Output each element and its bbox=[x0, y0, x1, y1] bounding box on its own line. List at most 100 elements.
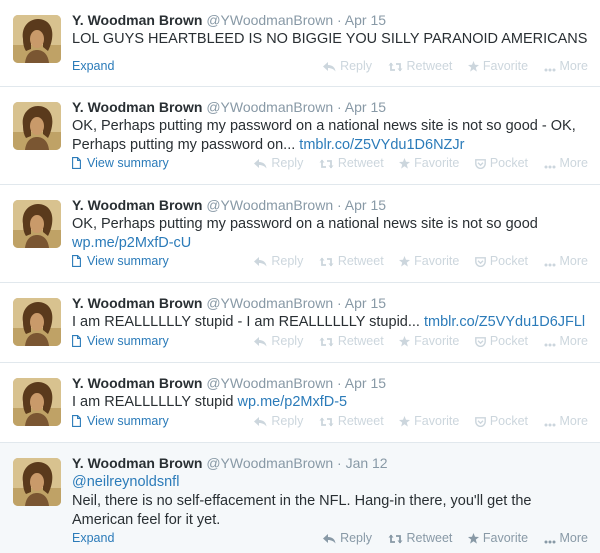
pocket-button[interactable]: Pocket bbox=[474, 252, 528, 272]
favorite-button[interactable]: Favorite bbox=[399, 252, 459, 272]
reply-button[interactable]: Reply bbox=[254, 154, 303, 174]
tweet-content: Y. Woodman Brown @YWoodmanBrown · Apr 15… bbox=[72, 294, 588, 332]
expand-link[interactable]: Expand bbox=[72, 529, 114, 547]
author-handle[interactable]: @YWoodmanBrown bbox=[206, 197, 333, 213]
tweet-timestamp[interactable]: Apr 15 bbox=[345, 99, 386, 115]
reply-button[interactable]: Reply bbox=[323, 57, 372, 77]
favorite-button[interactable]: Favorite bbox=[467, 57, 528, 77]
avatar[interactable] bbox=[13, 458, 61, 506]
more-label: More bbox=[559, 59, 588, 73]
expand-link[interactable]: Expand bbox=[72, 57, 114, 75]
tweet-timestamp[interactable]: Apr 15 bbox=[345, 295, 386, 311]
tweet-link[interactable]: tmblr.co/Z5VYdu1D6JFLl bbox=[424, 314, 585, 330]
tweet-text: OK, Perhaps putting my password on a nat… bbox=[72, 215, 588, 253]
tweet-item[interactable]: Y. Woodman Brown @YWoodmanBrown · Jan 12… bbox=[0, 443, 600, 553]
more-button[interactable]: More bbox=[544, 529, 588, 549]
author-fullname[interactable]: Y. Woodman Brown bbox=[72, 455, 202, 471]
retweet-icon bbox=[319, 156, 334, 174]
retweet-icon bbox=[388, 59, 403, 77]
tweet-actions: Reply Retweet Favorite More bbox=[311, 529, 588, 549]
retweet-button[interactable]: Retweet bbox=[388, 57, 453, 77]
retweet-button[interactable]: Retweet bbox=[388, 529, 453, 549]
retweet-button[interactable]: Retweet bbox=[319, 154, 384, 174]
author-fullname[interactable]: Y. Woodman Brown bbox=[72, 12, 202, 28]
tweet-body: I am REALLLLLLY stupid - I am REALLLLLLY… bbox=[72, 314, 424, 330]
author-handle[interactable]: @YWoodmanBrown bbox=[206, 375, 333, 391]
reply-label: Reply bbox=[271, 334, 304, 348]
reply-icon bbox=[254, 414, 267, 432]
pocket-button[interactable]: Pocket bbox=[474, 332, 528, 352]
more-button[interactable]: More bbox=[544, 332, 588, 352]
view-summary-link[interactable]: View summary bbox=[72, 412, 169, 430]
document-icon bbox=[72, 414, 81, 427]
pocket-icon bbox=[474, 254, 486, 272]
avatar[interactable] bbox=[13, 102, 61, 150]
reply-label: Reply bbox=[271, 414, 304, 428]
tweet-item[interactable]: Y. Woodman Brown @YWoodmanBrown · Apr 15… bbox=[0, 0, 600, 87]
tweet-actions: Reply Retweet Favorite Pocket More bbox=[242, 154, 588, 174]
reply-label: Reply bbox=[340, 59, 373, 73]
more-button[interactable]: More bbox=[544, 252, 588, 272]
pocket-label: Pocket bbox=[489, 156, 529, 170]
author-fullname[interactable]: Y. Woodman Brown bbox=[72, 197, 202, 213]
pocket-label: Pocket bbox=[489, 414, 529, 428]
more-label: More bbox=[559, 414, 588, 428]
tweet-item[interactable]: Y. Woodman Brown @YWoodmanBrown · Apr 15… bbox=[0, 283, 600, 363]
tweet-timestamp[interactable]: Apr 15 bbox=[345, 12, 386, 28]
avatar[interactable] bbox=[13, 378, 61, 426]
retweet-button[interactable]: Retweet bbox=[319, 412, 384, 432]
tweet-item[interactable]: Y. Woodman Brown @YWoodmanBrown · Apr 15… bbox=[0, 185, 600, 283]
author-fullname[interactable]: Y. Woodman Brown bbox=[72, 375, 202, 391]
reply-button[interactable]: Reply bbox=[323, 529, 372, 549]
author-handle[interactable]: @YWoodmanBrown bbox=[206, 455, 333, 471]
tweet-timestamp[interactable]: Apr 15 bbox=[345, 197, 386, 213]
avatar[interactable] bbox=[13, 15, 61, 63]
document-icon bbox=[72, 254, 81, 267]
tweet-timestamp[interactable]: Apr 15 bbox=[345, 375, 386, 391]
tweet-link[interactable]: wp.me/p2MxfD-cU bbox=[72, 235, 191, 251]
avatar[interactable] bbox=[13, 200, 61, 248]
tweet-timestamp[interactable]: Jan 12 bbox=[346, 455, 388, 471]
retweet-button[interactable]: Retweet bbox=[319, 332, 384, 352]
view-summary-link[interactable]: View summary bbox=[72, 154, 169, 172]
pocket-button[interactable]: Pocket bbox=[474, 154, 529, 174]
view-summary-link[interactable]: View summary bbox=[72, 252, 169, 270]
favorite-label: Favorite bbox=[414, 414, 460, 428]
favorite-button[interactable]: Favorite bbox=[467, 529, 529, 549]
view-summary-label: View summary bbox=[87, 254, 169, 268]
favorite-button[interactable]: Favorite bbox=[399, 332, 459, 352]
mention-link[interactable]: @neilreynoldsnfl bbox=[72, 473, 588, 492]
reply-button[interactable]: Reply bbox=[254, 412, 303, 432]
tweet-text: @neilreynoldsnfl Neil, there is no self-… bbox=[72, 473, 588, 530]
tweet-text: OK, Perhaps putting my password on a nat… bbox=[72, 117, 588, 155]
more-button[interactable]: More bbox=[544, 57, 588, 77]
author-handle[interactable]: @YWoodmanBrown bbox=[206, 99, 333, 115]
author-handle[interactable]: @YWoodmanBrown bbox=[206, 295, 333, 311]
tweet-item[interactable]: Y. Woodman Brown @YWoodmanBrown · Apr 15… bbox=[0, 87, 600, 185]
reply-button[interactable]: Reply bbox=[254, 332, 303, 352]
more-button[interactable]: More bbox=[544, 154, 588, 174]
avatar[interactable] bbox=[13, 298, 61, 346]
favorite-button[interactable]: Favorite bbox=[399, 154, 459, 174]
favorite-star-icon bbox=[399, 414, 411, 432]
tweet-link[interactable]: tmblr.co/Z5VYdu1D6NZJr bbox=[299, 137, 464, 153]
more-dots-icon bbox=[544, 156, 556, 174]
author-handle[interactable]: @YWoodmanBrown bbox=[206, 12, 333, 28]
retweet-button[interactable]: Retweet bbox=[319, 252, 384, 272]
reply-button[interactable]: Reply bbox=[254, 252, 303, 272]
favorite-label: Favorite bbox=[414, 156, 460, 170]
tweet-item[interactable]: Y. Woodman Brown @YWoodmanBrown · Apr 15… bbox=[0, 363, 600, 443]
retweet-label: Retweet bbox=[406, 531, 453, 545]
favorite-button[interactable]: Favorite bbox=[399, 412, 459, 432]
tweet-link[interactable]: wp.me/p2MxfD-5 bbox=[238, 394, 348, 410]
view-summary-link[interactable]: View summary bbox=[72, 332, 169, 350]
more-button[interactable]: More bbox=[544, 412, 588, 432]
tweet-header: Y. Woodman Brown @YWoodmanBrown · Apr 15 bbox=[72, 11, 588, 29]
retweet-label: Retweet bbox=[406, 59, 453, 73]
reply-icon bbox=[254, 156, 267, 174]
favorite-label: Favorite bbox=[482, 531, 529, 545]
author-fullname[interactable]: Y. Woodman Brown bbox=[72, 99, 202, 115]
favorite-label: Favorite bbox=[414, 254, 460, 268]
pocket-button[interactable]: Pocket bbox=[474, 412, 529, 432]
author-fullname[interactable]: Y. Woodman Brown bbox=[72, 295, 202, 311]
